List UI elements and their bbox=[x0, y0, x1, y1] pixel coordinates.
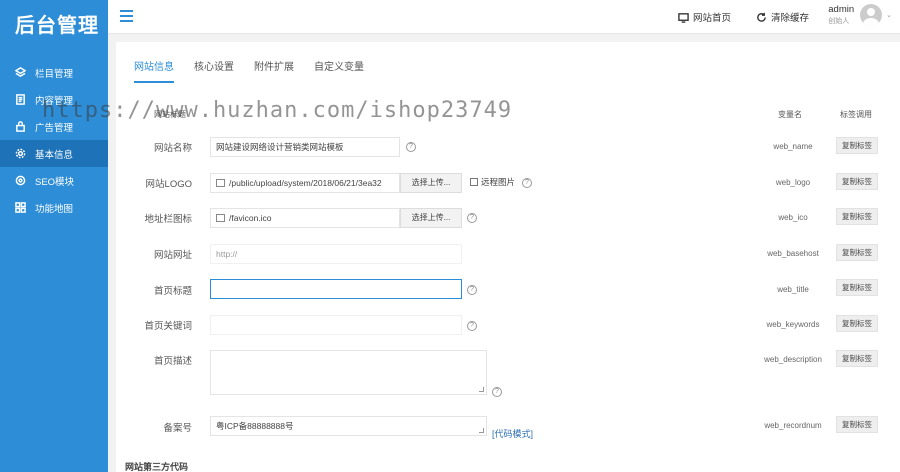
document-icon bbox=[13, 93, 27, 107]
sidebar-item-label: 基本信息 bbox=[35, 149, 74, 161]
column-header-tag: 标签调用 bbox=[840, 110, 872, 119]
sidebar-item-label: 内容管理 bbox=[35, 95, 74, 107]
label-record-number: 备案号 bbox=[163, 423, 192, 434]
home-description-textarea[interactable] bbox=[210, 350, 487, 395]
refresh-icon bbox=[757, 12, 766, 22]
var-web-keywords: web_keywords bbox=[766, 320, 820, 329]
tab-custom-vars[interactable]: 自定义变量 bbox=[314, 58, 364, 83]
home-keywords-input[interactable] bbox=[210, 315, 462, 335]
help-icon[interactable]: ? bbox=[467, 213, 477, 223]
clear-cache-label: 清除缓存 bbox=[771, 13, 810, 24]
site-logo-value: /public/upload/system/2018/06/21/3ea32 bbox=[229, 178, 382, 188]
var-web-logo: web_logo bbox=[775, 178, 811, 187]
var-web-name: web_name bbox=[773, 142, 813, 151]
site-name-input[interactable]: 网站建设网络设计营销类网站模板 bbox=[210, 137, 400, 157]
copy-tag-button[interactable]: 复制标签 bbox=[836, 315, 878, 332]
help-icon[interactable]: ? bbox=[522, 178, 532, 188]
site-logo-input[interactable]: /public/upload/system/2018/06/21/3ea32 bbox=[210, 173, 400, 193]
gear-icon bbox=[13, 147, 27, 161]
resize-handle-icon[interactable] bbox=[479, 428, 484, 433]
help-icon[interactable]: ? bbox=[406, 142, 416, 152]
app-logo[interactable]: 后台管理 bbox=[0, 0, 108, 52]
copy-tag-button[interactable]: 复制标签 bbox=[836, 416, 878, 433]
layers-icon bbox=[13, 66, 27, 80]
section-title-third-party-code: 网站第三方代码 bbox=[125, 462, 189, 472]
target-icon bbox=[13, 174, 27, 188]
var-web-recordnum: web_recordnum bbox=[764, 421, 822, 430]
avatar[interactable] bbox=[860, 4, 883, 26]
upload-logo-button[interactable]: 选择上传... bbox=[400, 173, 462, 193]
code-mode-link[interactable]: [代码模式] bbox=[492, 427, 533, 440]
copy-tag-button[interactable]: 复制标签 bbox=[836, 244, 878, 261]
copy-tag-button[interactable]: 复制标签 bbox=[836, 208, 878, 225]
sidebar: 后台管理 栏目管理 内容管理 广告管理 基本信息 SEO模块 功能地图 bbox=[0, 0, 108, 472]
column-header-var: 变量名 bbox=[778, 110, 802, 119]
record-number-input[interactable]: 粤ICP备88888888号 bbox=[210, 416, 487, 436]
label-home-keywords: 首页关键词 bbox=[144, 321, 192, 332]
label-home-title: 首页标题 bbox=[153, 286, 192, 297]
record-number-value: 粤ICP备88888888号 bbox=[216, 421, 294, 431]
chevron-down-icon[interactable]: ⌄ bbox=[886, 11, 892, 19]
site-home-label: 网站首页 bbox=[693, 13, 732, 24]
tab-attachments[interactable]: 附件扩展 bbox=[254, 58, 294, 83]
favicon-input[interactable]: /favicon.ico bbox=[210, 208, 400, 228]
label-favicon: 地址栏图标 bbox=[144, 214, 192, 225]
menu-toggle-icon[interactable] bbox=[120, 10, 133, 23]
user-text: admin 创始人 bbox=[828, 4, 854, 26]
resize-handle-icon[interactable] bbox=[479, 387, 484, 392]
sidebar-item-ads[interactable]: 广告管理 bbox=[0, 113, 108, 140]
user-role: 创始人 bbox=[828, 18, 850, 25]
label-site-name: 网站名称 bbox=[153, 143, 192, 154]
favicon-value: /favicon.ico bbox=[229, 213, 272, 223]
sidebar-item-label: 栏目管理 bbox=[35, 68, 74, 80]
var-web-description: web_description bbox=[764, 355, 822, 364]
user-name: admin bbox=[828, 4, 855, 15]
var-web-title: web_title bbox=[777, 285, 809, 294]
remote-image-checkbox[interactable] bbox=[470, 178, 478, 186]
sidebar-item-label: 广告管理 bbox=[35, 122, 74, 134]
sidebar-item-content[interactable]: 内容管理 bbox=[0, 86, 108, 113]
sidebar-item-function-map[interactable]: 功能地图 bbox=[0, 194, 108, 221]
sidebar-nav: 栏目管理 内容管理 广告管理 基本信息 SEO模块 功能地图 bbox=[0, 59, 108, 221]
copy-tag-button[interactable]: 复制标签 bbox=[836, 279, 878, 296]
upload-favicon-button[interactable]: 选择上传... bbox=[400, 208, 462, 228]
column-header-title: 网站标题 bbox=[154, 110, 186, 119]
copy-tag-button[interactable]: 复制标签 bbox=[836, 137, 878, 154]
top-header: 网站首页 清除缓存 admin 创始人 ⌄ bbox=[108, 0, 900, 34]
help-icon[interactable]: ? bbox=[467, 321, 477, 331]
clear-cache-link[interactable]: 清除缓存 bbox=[756, 10, 809, 24]
monitor-icon bbox=[678, 12, 689, 23]
tab-core-settings[interactable]: 核心设置 bbox=[194, 58, 234, 83]
sidebar-item-seo[interactable]: SEO模块 bbox=[0, 167, 108, 194]
tab-site-info[interactable]: 网站信息 bbox=[134, 58, 174, 83]
copy-tag-button[interactable]: 复制标签 bbox=[836, 173, 878, 190]
copy-tag-button[interactable]: 复制标签 bbox=[836, 350, 878, 367]
help-icon[interactable]: ? bbox=[492, 387, 502, 397]
label-site-logo: 网站LOGO bbox=[145, 179, 192, 190]
lock-icon bbox=[13, 120, 27, 134]
user-menu[interactable]: admin 创始人 ⌄ bbox=[828, 4, 892, 26]
remote-image-label: 远程图片 bbox=[481, 177, 516, 187]
help-icon[interactable]: ? bbox=[467, 285, 477, 295]
image-icon bbox=[216, 214, 225, 222]
label-site-url: 网站网址 bbox=[153, 250, 192, 261]
main-panel: 网站信息 核心设置 附件扩展 自定义变量 网站标题 变量名 标签调用 网站名称 … bbox=[116, 42, 900, 472]
sidebar-item-label: 功能地图 bbox=[35, 203, 74, 215]
remote-image-option[interactable]: 远程图片 bbox=[470, 176, 515, 188]
sidebar-item-columns[interactable]: 栏目管理 bbox=[0, 59, 108, 86]
home-title-input[interactable] bbox=[210, 279, 462, 299]
label-home-description: 首页描述 bbox=[153, 356, 192, 367]
grid-icon bbox=[13, 201, 27, 215]
sidebar-item-basic-info[interactable]: 基本信息 bbox=[0, 140, 108, 167]
image-icon bbox=[216, 179, 225, 187]
site-url-input[interactable]: http:// bbox=[210, 244, 462, 264]
var-web-ico: web_ico bbox=[778, 213, 808, 222]
var-web-basehost: web_basehost bbox=[767, 249, 819, 258]
site-home-link[interactable]: 网站首页 bbox=[678, 10, 731, 24]
sidebar-item-label: SEO模块 bbox=[35, 176, 75, 188]
tab-bar: 网站信息 核心设置 附件扩展 自定义变量 bbox=[134, 58, 384, 83]
